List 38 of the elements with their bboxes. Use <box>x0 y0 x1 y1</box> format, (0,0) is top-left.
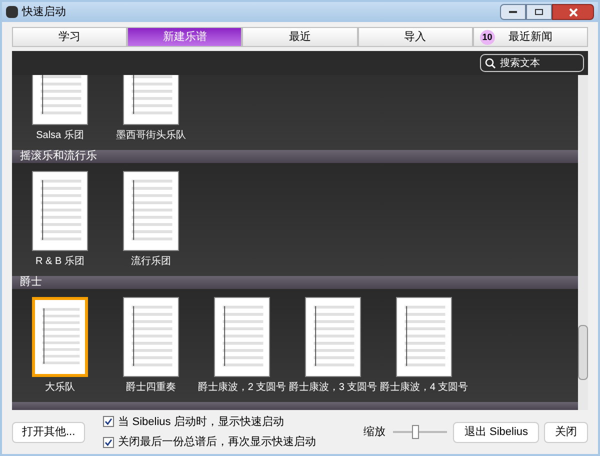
checkbox[interactable] <box>103 436 114 448</box>
close-button[interactable] <box>552 4 594 20</box>
zoom-label: 缩放 <box>363 424 386 440</box>
close-dialog-button[interactable]: 关闭 <box>544 422 588 442</box>
tab[interactable]: 导入 <box>358 27 473 47</box>
template-label: 爵士康波，4 支圆号 <box>380 381 468 394</box>
zoom-slider-thumb[interactable] <box>412 425 419 439</box>
tab[interactable]: 学习 <box>12 27 128 47</box>
template-label: 爵士康波，2 支圆号 <box>198 381 286 394</box>
section-header: 爵士 <box>12 276 578 289</box>
minimize-button[interactable] <box>500 4 526 20</box>
scrollbar[interactable] <box>578 75 588 410</box>
zoom-slider[interactable] <box>391 425 450 439</box>
tab[interactable]: 新建乐谱 <box>127 27 242 47</box>
template-label: 大乐队 <box>45 381 75 394</box>
search-icon <box>485 58 496 68</box>
tab[interactable]: 10 最近新闻 <box>472 27 588 47</box>
option-label: 关闭最后一份总谱后，再次显示快速启动 <box>118 434 316 450</box>
template-label: Salsa 乐团 <box>36 129 84 142</box>
count-badge: 10 <box>480 30 495 45</box>
template-label: 爵士康波，3 支圆号 <box>288 381 378 394</box>
template-label: 流行乐团 <box>131 255 171 268</box>
template-label: R & B 乐团 <box>36 255 84 268</box>
open-other-button[interactable]: 打开其他... <box>12 422 86 442</box>
checkbox[interactable] <box>103 416 114 428</box>
window-title: 快速启动 <box>22 4 66 20</box>
tab[interactable]: 最近 <box>242 27 358 47</box>
close-icon <box>568 8 578 16</box>
check-icon <box>105 418 112 426</box>
template-label: 墨西哥街头乐队 <box>116 129 186 142</box>
search-field[interactable]: 搜索文本 <box>480 54 584 72</box>
section-header: 摇滚乐和流行乐 <box>12 150 578 163</box>
exit-button[interactable]: 退出 Sibelius <box>453 422 539 442</box>
option-label: 当 Sibelius 启动时，显示快速启动 <box>118 414 284 430</box>
template-label: 爵士四重奏 <box>126 381 176 394</box>
check-icon <box>105 438 112 446</box>
maximize-button[interactable] <box>526 4 552 20</box>
app-logo-icon <box>6 6 18 18</box>
